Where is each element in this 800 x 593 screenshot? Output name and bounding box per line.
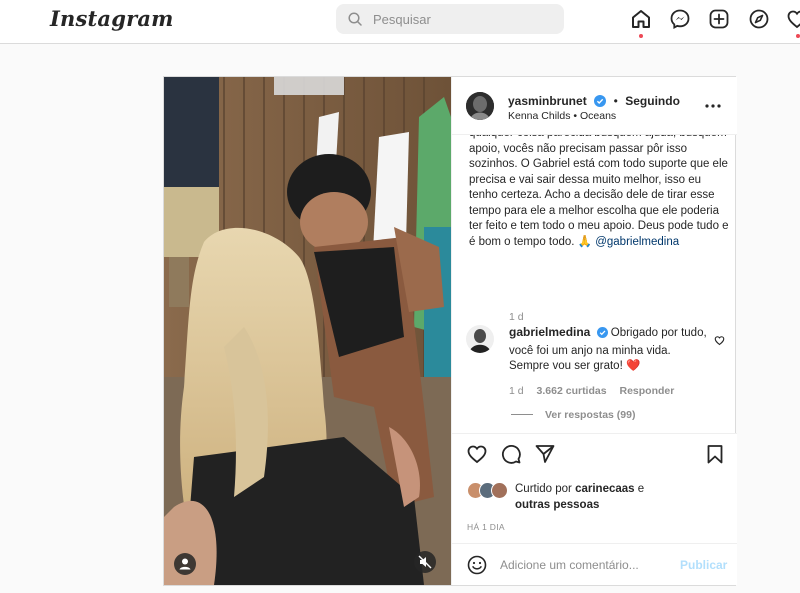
header-separator: • bbox=[613, 94, 618, 108]
home-icon[interactable] bbox=[630, 8, 652, 30]
post-actions: Curtido por carinecaas e outras pessoas … bbox=[452, 433, 737, 585]
activity-heart-icon[interactable] bbox=[786, 8, 800, 30]
following-button[interactable]: Seguindo bbox=[625, 94, 680, 108]
mute-icon[interactable] bbox=[414, 551, 436, 573]
instagram-logo[interactable]: Instagram bbox=[50, 6, 174, 31]
home-notification-dot bbox=[639, 34, 643, 38]
post-timestamp[interactable]: HÁ 1 DIA bbox=[467, 522, 505, 532]
caption: qualquer coisa parecida busquem ajuda, b… bbox=[469, 135, 731, 250]
liked-by-prefix: Curtido por bbox=[515, 483, 572, 495]
caption-mention-link[interactable]: @gabrielmedina bbox=[595, 236, 679, 248]
commenter-avatar[interactable] bbox=[466, 325, 494, 353]
messenger-icon[interactable] bbox=[669, 8, 691, 30]
liker-avatar[interactable] bbox=[491, 482, 508, 499]
pray-emoji: 🙏 bbox=[577, 235, 593, 248]
share-icon[interactable] bbox=[534, 443, 556, 470]
replies-divider bbox=[511, 414, 533, 415]
comment-time[interactable]: 1 d bbox=[509, 385, 524, 397]
like-icon[interactable] bbox=[466, 443, 488, 470]
explore-icon[interactable] bbox=[748, 8, 770, 30]
author-username[interactable]: yasminbrunet bbox=[508, 94, 587, 108]
liked-by-and: e bbox=[637, 483, 645, 495]
liked-by-others[interactable]: outras pessoas bbox=[515, 499, 599, 511]
commenter-username[interactable]: gabrielmedina bbox=[509, 325, 590, 339]
activity-notification-dot bbox=[796, 34, 800, 38]
new-post-icon[interactable] bbox=[708, 8, 730, 30]
author-avatar[interactable] bbox=[466, 92, 494, 120]
post-video[interactable] bbox=[164, 77, 451, 585]
comment-likes[interactable]: 3.662 curtidas bbox=[537, 385, 607, 397]
comment-like-icon[interactable] bbox=[714, 333, 725, 351]
comments-list[interactable]: qualquer coisa parecida busquem ajuda, b… bbox=[452, 135, 737, 433]
top-nav: Instagram Pesquisar bbox=[0, 0, 800, 44]
search-placeholder: Pesquisar bbox=[373, 12, 431, 27]
commenter-verified-icon bbox=[596, 327, 608, 344]
search-icon bbox=[348, 12, 362, 26]
emoji-icon[interactable] bbox=[466, 554, 488, 581]
reply-button[interactable]: Responder bbox=[620, 385, 675, 397]
post-card: yasminbrunet • Seguindo Kenna Childs • O… bbox=[163, 76, 737, 586]
post-details: yasminbrunet • Seguindo Kenna Childs • O… bbox=[451, 77, 737, 585]
search-input[interactable]: Pesquisar bbox=[336, 4, 564, 34]
comment-input[interactable]: Adicione um comentário... bbox=[500, 558, 639, 572]
caption-time[interactable]: 1 d bbox=[509, 311, 524, 323]
view-replies-button[interactable]: Ver respostas (99) bbox=[545, 409, 635, 421]
tagged-user-icon[interactable] bbox=[174, 553, 196, 575]
liked-by-text: Curtido por carinecaas e outras pessoas bbox=[515, 482, 725, 513]
comment-body: gabrielmedina Obrigado por tudo, você fo… bbox=[509, 325, 709, 375]
liked-by-user[interactable]: carinecaas bbox=[575, 483, 634, 495]
add-comment-bar: Adicione um comentário... Publicar bbox=[452, 543, 737, 585]
comment-meta: 1 d 3.662 curtidas Responder bbox=[509, 385, 674, 397]
publish-button[interactable]: Publicar bbox=[680, 558, 727, 572]
more-options-icon[interactable] bbox=[704, 97, 722, 120]
save-icon[interactable] bbox=[704, 443, 726, 470]
heart-emoji: ❤️ bbox=[625, 360, 641, 372]
caption-text: qualquer coisa parecida busquem ajuda, b… bbox=[469, 135, 729, 248]
post-header: yasminbrunet • Seguindo Kenna Childs • O… bbox=[452, 77, 737, 135]
video-frame bbox=[164, 77, 451, 585]
comment-icon[interactable] bbox=[500, 443, 522, 470]
audio-label[interactable]: Kenna Childs • Oceans bbox=[508, 110, 616, 122]
